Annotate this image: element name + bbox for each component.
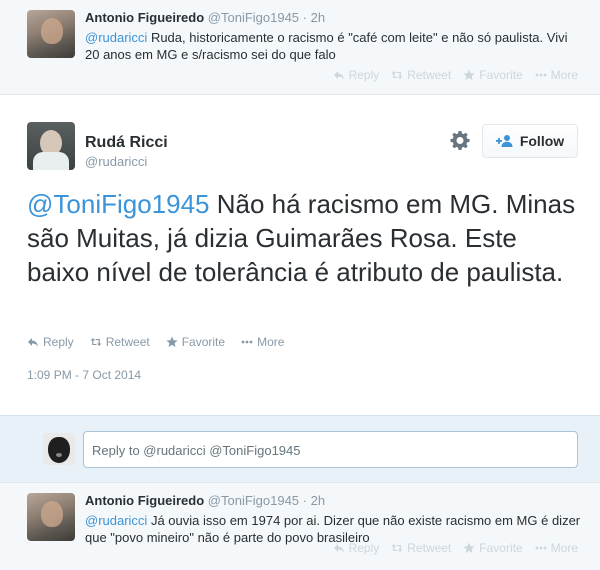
reply-button[interactable]: Reply — [27, 335, 74, 349]
more-button[interactable]: More — [535, 541, 578, 555]
avatar-shirt — [33, 152, 69, 170]
tweet-antonio-2[interactable]: Antonio Figueiredo @ToniFigo1945 · 2h @r… — [0, 482, 600, 570]
reply-label: Reply — [348, 541, 380, 555]
favorite-label: Favorite — [181, 335, 226, 349]
mention-link[interactable]: @rudaricci — [85, 30, 147, 45]
timestamp[interactable]: 2h — [311, 10, 325, 25]
reply-label: Reply — [348, 68, 380, 82]
fullname[interactable]: Antonio Figueiredo — [85, 10, 204, 25]
tweet-actions: Reply Retweet Favorite More — [333, 68, 578, 82]
avatar[interactable] — [27, 122, 75, 170]
tweet-text: @rudaricci Ruda, historicamente o racism… — [85, 29, 585, 63]
reply-input[interactable]: Reply to @rudaricci @ToniFigo1945 — [83, 431, 578, 468]
timestamp[interactable]: 2h — [311, 493, 325, 508]
more-dots-icon — [535, 73, 547, 77]
favorite-button[interactable]: Favorite — [166, 335, 225, 349]
more-label: More — [550, 541, 578, 555]
more-button[interactable]: More — [535, 68, 578, 82]
separator-dot: · — [302, 493, 308, 508]
add-user-icon — [495, 135, 513, 147]
separator-dot: · — [302, 10, 308, 25]
username[interactable]: @rudaricci — [85, 154, 147, 169]
avatar-dog-nose — [56, 453, 62, 457]
mention-link[interactable]: @rudaricci — [85, 513, 147, 528]
reply-icon — [28, 338, 38, 347]
retweet-icon — [391, 544, 403, 552]
retweet-label: Retweet — [407, 541, 452, 555]
reply-icon — [333, 71, 344, 80]
favorite-label: Favorite — [479, 541, 523, 555]
tweet-header: Antonio Figueiredo @ToniFigo1945 · 2h — [85, 10, 325, 25]
reply-label: Reply — [43, 335, 74, 349]
retweet-icon — [391, 71, 403, 79]
retweet-label: Retweet — [105, 335, 150, 349]
reply-button[interactable]: Reply — [333, 541, 380, 555]
reply-area: Reply to @rudaricci @ToniFigo1945 — [0, 415, 600, 482]
retweet-label: Retweet — [407, 68, 452, 82]
retweet-button[interactable]: Retweet — [391, 541, 451, 555]
retweet-icon — [90, 338, 102, 346]
username[interactable]: @ToniFigo1945 — [208, 493, 299, 508]
tweet-text-body: Ruda, historicamente o racismo é "café c… — [85, 30, 568, 62]
star-icon — [463, 69, 475, 80]
username[interactable]: @ToniFigo1945 — [208, 10, 299, 25]
more-dots-icon — [535, 546, 547, 550]
favorite-label: Favorite — [479, 68, 523, 82]
tweet-actions: Reply Retweet Favorite More — [333, 541, 578, 555]
retweet-button[interactable]: Retweet — [391, 68, 451, 82]
tweet-timestamp[interactable]: 1:09 PM - 7 Oct 2014 — [27, 368, 141, 382]
reply-button[interactable]: Reply — [333, 68, 380, 82]
tweet-text: @ToniFigo1945 Não há racismo em MG. Mina… — [27, 187, 577, 289]
avatar[interactable] — [27, 493, 75, 541]
mention-link[interactable]: @ToniFigo1945 — [27, 189, 210, 219]
more-button[interactable]: More — [241, 335, 284, 349]
reply-icon — [333, 544, 344, 553]
favorite-button[interactable]: Favorite — [463, 68, 523, 82]
favorite-button[interactable]: Favorite — [463, 541, 523, 555]
avatar-dog — [48, 437, 70, 463]
avatar[interactable] — [27, 10, 75, 58]
gear-icon — [450, 131, 470, 150]
user-actions-button[interactable] — [450, 130, 470, 150]
avatar — [43, 433, 75, 465]
main-tweet: Rudá Ricci @rudaricci Follow @ToniFigo19… — [0, 95, 600, 415]
star-icon — [463, 542, 475, 553]
tweet-actions: Reply Retweet Favorite More — [27, 335, 284, 349]
more-label: More — [257, 335, 285, 349]
tweet-header: Antonio Figueiredo @ToniFigo1945 · 2h — [85, 493, 325, 508]
tweet-antonio-1[interactable]: Antonio Figueiredo @ToniFigo1945 · 2h @r… — [0, 0, 600, 95]
more-label: More — [550, 68, 578, 82]
star-icon — [166, 336, 178, 347]
follow-button[interactable]: Follow — [482, 124, 578, 158]
follow-label: Follow — [519, 133, 565, 149]
fullname[interactable]: Rudá Ricci — [85, 134, 168, 152]
retweet-button[interactable]: Retweet — [90, 335, 150, 349]
more-dots-icon — [241, 340, 253, 344]
fullname[interactable]: Antonio Figueiredo — [85, 493, 204, 508]
